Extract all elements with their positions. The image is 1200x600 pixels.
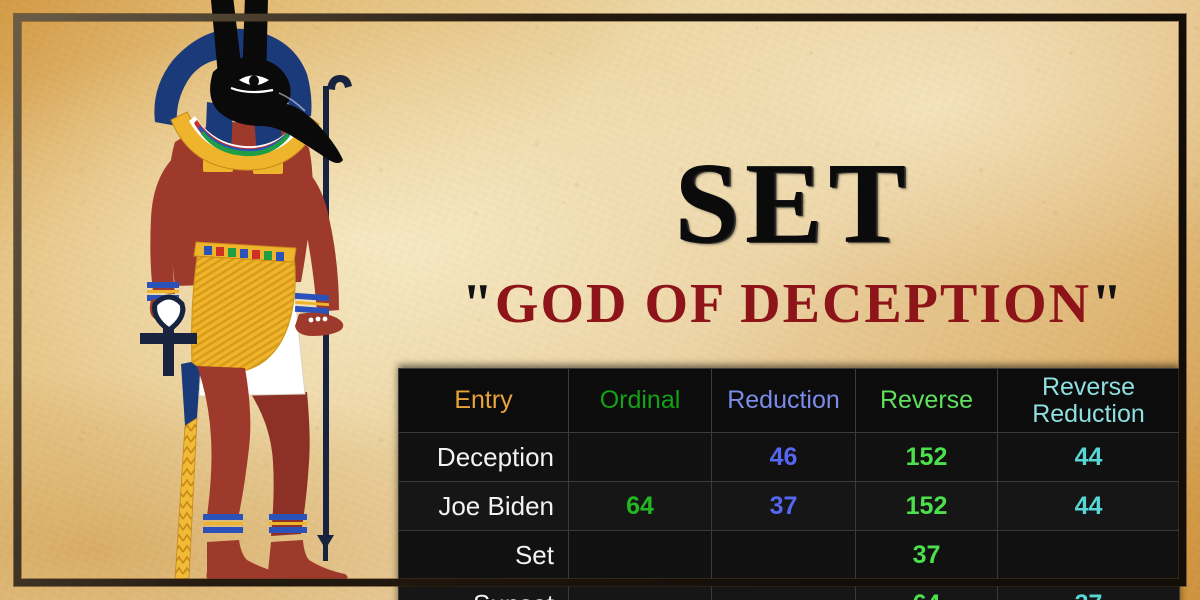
near-leg xyxy=(197,366,251,516)
page-subtitle: "GOD OF DECEPTION" xyxy=(398,276,1188,332)
cell-entry: Set xyxy=(398,530,569,580)
cell-reduction: 37 xyxy=(711,481,856,531)
table-row[interactable]: Sunset 64 37 xyxy=(398,579,1180,600)
cell-ordinal xyxy=(568,432,712,482)
cell-ordinal xyxy=(568,579,712,600)
cell-reverse: 37 xyxy=(855,530,998,580)
column-header-entry[interactable]: Entry xyxy=(398,368,569,433)
cell-entry: Sunset xyxy=(398,579,569,600)
column-header-reverse-reduction[interactable]: Reverse Reduction xyxy=(997,368,1180,433)
cell-ordinal: 64 xyxy=(568,481,712,531)
far-anklet xyxy=(269,514,307,533)
table-row[interactable]: Joe Biden 64 37 152 44 xyxy=(398,481,1180,531)
cell-reduction xyxy=(711,530,856,580)
column-header-reverse-reduction-line2: Reduction xyxy=(1032,399,1145,428)
page-title: SET xyxy=(674,140,912,268)
cell-reduction: 46 xyxy=(711,432,856,482)
subtitle-text: GOD OF DECEPTION xyxy=(494,273,1092,335)
table-row[interactable]: Deception 46 152 44 xyxy=(398,432,1180,482)
cell-ordinal xyxy=(568,530,712,580)
right-armlet xyxy=(294,292,330,315)
cell-reverse-reduction: 37 xyxy=(997,579,1180,600)
cell-reverse-reduction xyxy=(997,530,1180,580)
table-header-row: Entry Ordinal Reduction Reverse Reverse R… xyxy=(398,368,1180,433)
gematria-table: Entry Ordinal Reduction Reverse Reverse R… xyxy=(398,368,1180,600)
cell-reverse-reduction: 44 xyxy=(997,432,1180,482)
cell-reverse: 152 xyxy=(855,432,998,482)
cell-entry: Joe Biden xyxy=(398,481,569,531)
cell-reverse: 152 xyxy=(855,481,998,531)
cell-reduction xyxy=(711,579,856,600)
quote-close: " xyxy=(1091,273,1125,335)
column-header-ordinal[interactable]: Ordinal xyxy=(568,368,712,433)
poster-canvas: SET "GOD OF DECEPTION" Entry Ordinal Red… xyxy=(0,0,1200,600)
near-anklet xyxy=(203,514,243,533)
set-egyptian-deity-illustration xyxy=(55,0,385,600)
table-row[interactable]: Set 37 xyxy=(398,530,1180,580)
cell-entry: Deception xyxy=(398,432,569,482)
cell-reverse: 64 xyxy=(855,579,998,600)
cell-reverse-reduction: 44 xyxy=(997,481,1180,531)
right-hand xyxy=(295,312,344,336)
column-header-reverse[interactable]: Reverse xyxy=(855,368,998,433)
quote-open: " xyxy=(461,273,495,335)
column-header-reduction[interactable]: Reduction xyxy=(711,368,856,433)
set-tail xyxy=(174,360,201,581)
title-block: SET "GOD OF DECEPTION" xyxy=(398,146,1188,332)
column-header-reverse-reduction-line1: Reverse xyxy=(1041,372,1136,401)
